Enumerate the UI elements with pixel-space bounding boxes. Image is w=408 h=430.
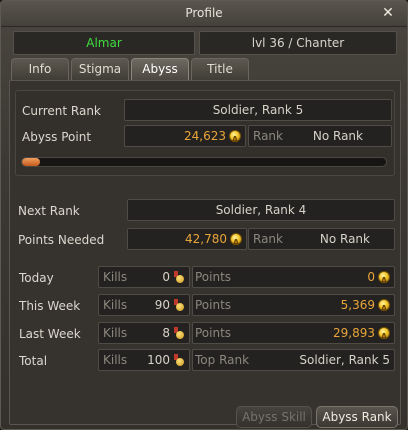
kills-label: Kills — [103, 270, 128, 284]
kills-label: Kills — [103, 353, 128, 367]
kills-label: Kills — [103, 326, 128, 340]
kills-value: 90 — [154, 298, 170, 312]
rank-progress-bar — [21, 157, 387, 167]
abyss-skill-button[interactable]: Abyss Skill — [236, 406, 312, 428]
kill-medal-icon — [173, 354, 185, 366]
points-value: 29,893 — [333, 326, 375, 340]
points-value: 5,369 — [340, 298, 375, 312]
window-title: Profile — [185, 6, 223, 20]
abyss-point-coin-icon — [378, 271, 390, 291]
character-name: Almar — [13, 31, 195, 55]
abyss-point-coin-icon — [378, 299, 390, 319]
character-header: Almar lvl 36 / Chanter — [13, 31, 397, 55]
stats-row-label: This Week — [19, 299, 81, 313]
kills-field: Kills 8 — [98, 322, 190, 344]
kill-medal-icon — [173, 271, 185, 283]
stats-row-label: Total — [19, 354, 48, 368]
points-field: Points 0 — [192, 266, 395, 291]
profile-window: Profile ✕ Almar lvl 36 / Chanter Info St… — [0, 0, 408, 430]
points-label: Points — [195, 270, 232, 284]
top-rank-label: Top Rank — [195, 353, 250, 367]
current-rank-sub-value: No Rank — [312, 129, 363, 143]
abyss-panel: Current Rank Soldier, Rank 5 Abyss Point… — [9, 80, 401, 428]
kills-value: 0 — [162, 270, 170, 284]
current-rank-value: Soldier, Rank 5 — [124, 99, 392, 121]
next-rank-sub-label: Rank — [253, 232, 283, 246]
stats-row-label: Today — [19, 271, 54, 285]
title-bar[interactable]: Profile ✕ — [1, 1, 407, 27]
kills-field: Kills 90 — [98, 294, 190, 316]
tab-info[interactable]: Info — [11, 58, 69, 80]
next-rank-sub-field: Rank No Rank — [248, 228, 395, 250]
points-needed-value: 42,780 — [185, 232, 227, 246]
abyss-point-value: 24,623 — [184, 129, 226, 143]
points-label: Points — [195, 326, 232, 340]
profile-tabs: Info Stigma Abyss Title — [9, 58, 401, 80]
abyss-point-label: Abyss Point — [22, 130, 92, 144]
kills-field: Kills 100 — [98, 349, 190, 371]
points-field: Points 5,369 — [192, 294, 395, 319]
abyss-point-coin-icon — [229, 130, 241, 150]
kills-field: Kills 0 — [98, 266, 190, 288]
tab-stigma[interactable]: Stigma — [71, 58, 129, 80]
character-level-class: lvl 36 / Chanter — [199, 31, 397, 55]
points-needed-label: Points Needed — [18, 233, 105, 247]
current-rank-sub-field: Rank No Rank — [248, 125, 392, 147]
points-needed-coin-icon — [230, 233, 242, 253]
current-rank-label: Current Rank — [22, 104, 101, 118]
abyss-point-field: 24,623 — [124, 125, 246, 150]
kills-value: 8 — [162, 326, 170, 340]
points-label: Points — [195, 298, 232, 312]
points-value: 0 — [367, 270, 375, 284]
kill-medal-icon — [173, 299, 185, 311]
next-rank-label: Next Rank — [18, 204, 80, 218]
rank-progress-fill — [22, 158, 41, 166]
points-needed-field: 42,780 — [127, 228, 247, 253]
next-rank-value: Soldier, Rank 4 — [127, 199, 395, 221]
stats-row-label: Last Week — [19, 327, 81, 341]
kill-medal-icon — [173, 327, 185, 339]
tab-title[interactable]: Title — [191, 58, 249, 80]
points-field: Points 29,893 — [192, 322, 395, 347]
current-rank-sub-label: Rank — [253, 129, 283, 143]
top-rank-field: Top Rank Soldier, Rank 5 — [192, 349, 395, 371]
kills-label: Kills — [103, 298, 128, 312]
current-rank-section: Current Rank Soldier, Rank 5 Abyss Point… — [15, 90, 395, 176]
abyss-point-coin-icon — [378, 327, 390, 347]
tab-abyss[interactable]: Abyss — [131, 58, 189, 80]
close-icon[interactable]: ✕ — [381, 6, 395, 20]
next-rank-sub-value: No Rank — [319, 232, 370, 246]
top-rank-value: Soldier, Rank 5 — [299, 353, 390, 367]
kills-value: 100 — [147, 353, 170, 367]
abyss-rank-button[interactable]: Abyss Rank — [316, 406, 398, 428]
